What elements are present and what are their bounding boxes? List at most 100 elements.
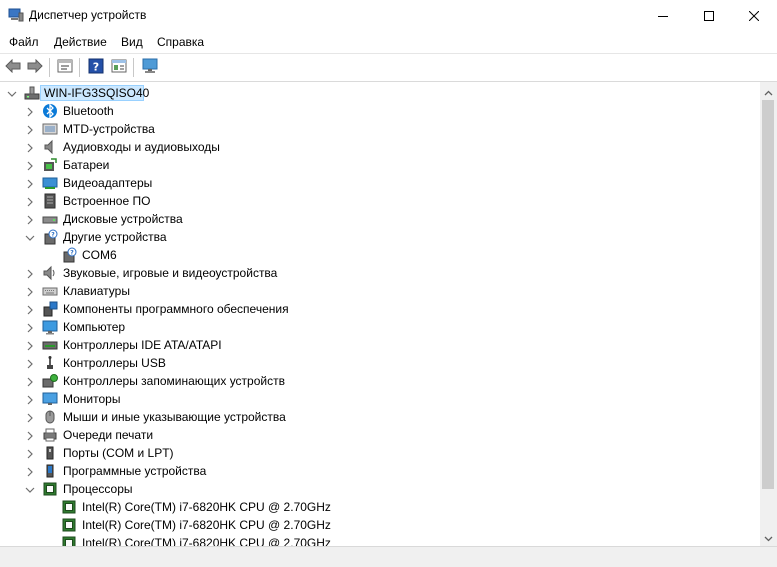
tree-category-label: Очереди печати bbox=[63, 428, 154, 442]
tree-category[interactable]: Дисковые устройства bbox=[0, 210, 760, 228]
minimize-button[interactable] bbox=[640, 0, 686, 31]
tree-category[interactable]: Компьютер bbox=[0, 318, 760, 336]
tree-category[interactable]: MTD-устройства bbox=[0, 120, 760, 138]
forward-button[interactable] bbox=[26, 58, 44, 76]
monitor-icon bbox=[42, 391, 58, 407]
chevron-right-icon[interactable] bbox=[25, 124, 35, 135]
chevron-down-icon[interactable] bbox=[7, 88, 17, 98]
tree-category-label: Компьютер bbox=[63, 320, 126, 334]
scrollbar-thumb[interactable] bbox=[762, 100, 774, 489]
unknown-device-icon: ? bbox=[42, 229, 58, 245]
tree-device-label: Intel(R) Core(TM) i7-6820HK CPU @ 2.70GH… bbox=[82, 500, 331, 514]
port-icon bbox=[42, 445, 58, 461]
chevron-right-icon[interactable] bbox=[25, 358, 35, 369]
toolbar: ? bbox=[0, 54, 777, 82]
back-arrow-icon bbox=[5, 58, 21, 76]
tree-category[interactable]: Очереди печати bbox=[0, 426, 760, 444]
scroll-up-icon[interactable] bbox=[764, 87, 773, 96]
chevron-right-icon[interactable] bbox=[25, 268, 35, 279]
tree-category-label: Контроллеры запоминающих устройств bbox=[63, 374, 285, 388]
monitor-icon bbox=[141, 58, 159, 77]
title-bar: Диспетчер устройств bbox=[0, 0, 777, 31]
speaker-icon bbox=[42, 139, 58, 155]
maximize-button[interactable] bbox=[686, 0, 732, 31]
chevron-right-icon[interactable] bbox=[25, 376, 35, 387]
tree-root[interactable]: WIN-IFG3SQISO40 bbox=[0, 84, 760, 102]
chevron-right-icon[interactable] bbox=[25, 178, 35, 189]
properties-button[interactable] bbox=[56, 58, 74, 76]
chevron-right-icon[interactable] bbox=[25, 448, 35, 459]
scroll-down-icon[interactable] bbox=[764, 532, 773, 542]
tree-category-label: Другие устройства bbox=[63, 230, 167, 244]
tree-category[interactable]: ? Другие устройства bbox=[0, 228, 760, 246]
scan-hardware-button[interactable] bbox=[141, 58, 159, 76]
chevron-right-icon[interactable] bbox=[25, 142, 35, 153]
tree-category[interactable]: Видеоадаптеры bbox=[0, 174, 760, 192]
help-button[interactable]: ? bbox=[87, 58, 105, 76]
tree-category-label: Контроллеры USB bbox=[63, 356, 166, 370]
device-manager-app-icon bbox=[8, 8, 24, 22]
view-button[interactable] bbox=[110, 58, 128, 76]
tree-category[interactable]: Процессоры bbox=[0, 480, 760, 498]
tree-device-item[interactable]: ? COM6 bbox=[0, 246, 760, 264]
tree-device-item[interactable]: Intel(R) Core(TM) i7-6820HK CPU @ 2.70GH… bbox=[0, 534, 760, 546]
tree-category-label: Мыши и иные указывающие устройства bbox=[63, 410, 286, 424]
chevron-down-icon[interactable] bbox=[25, 232, 35, 242]
menu-view[interactable]: Вид bbox=[121, 35, 143, 49]
disk-drive-icon bbox=[42, 211, 58, 227]
tree-category-label: Процессоры bbox=[63, 482, 133, 496]
chevron-right-icon[interactable] bbox=[25, 214, 35, 225]
chevron-right-icon[interactable] bbox=[25, 340, 35, 351]
menu-help[interactable]: Справка bbox=[157, 35, 204, 49]
tree-category[interactable]: Контроллеры USB bbox=[0, 354, 760, 372]
tree-device-label: Intel(R) Core(TM) i7-6820HK CPU @ 2.70GH… bbox=[82, 518, 331, 532]
chevron-right-icon[interactable] bbox=[25, 160, 35, 171]
tree-category[interactable]: Программные устройства bbox=[0, 462, 760, 480]
tree-category[interactable]: Контроллеры запоминающих устройств bbox=[0, 372, 760, 390]
back-button[interactable] bbox=[4, 58, 22, 76]
chevron-right-icon[interactable] bbox=[25, 106, 35, 117]
tree-category[interactable]: Мыши и иные указывающие устройства bbox=[0, 408, 760, 426]
chevron-right-icon[interactable] bbox=[25, 466, 35, 477]
menu-bar: Файл Действие Вид Справка bbox=[0, 31, 777, 54]
tree-category[interactable]: Звуковые, игровые и видеоустройства bbox=[0, 264, 760, 282]
tree-category[interactable]: Мониторы bbox=[0, 390, 760, 408]
chevron-right-icon[interactable] bbox=[25, 412, 35, 423]
forward-arrow-icon bbox=[27, 58, 43, 76]
tree-category[interactable]: Встроенное ПО bbox=[0, 192, 760, 210]
chevron-right-icon[interactable] bbox=[25, 322, 35, 333]
tree-category[interactable]: Компоненты программного обеспечения bbox=[0, 300, 760, 318]
menu-file[interactable]: Файл bbox=[9, 35, 39, 49]
tree-device-item[interactable]: Intel(R) Core(TM) i7-6820HK CPU @ 2.70GH… bbox=[0, 516, 760, 534]
tree-category[interactable]: Bluetooth bbox=[0, 102, 760, 120]
tree-category[interactable]: Клавиатуры bbox=[0, 282, 760, 300]
chevron-down-icon[interactable] bbox=[25, 484, 35, 494]
close-button[interactable] bbox=[731, 0, 777, 31]
chevron-right-icon[interactable] bbox=[25, 286, 35, 297]
svg-text:?: ? bbox=[51, 232, 55, 239]
firmware-icon bbox=[42, 193, 58, 209]
toolbar-separator bbox=[133, 58, 134, 77]
tree-category-label: Программные устройства bbox=[63, 464, 207, 478]
chevron-right-icon[interactable] bbox=[25, 196, 35, 207]
chevron-right-icon[interactable] bbox=[25, 394, 35, 405]
tree-device-item[interactable]: Intel(R) Core(TM) i7-6820HK CPU @ 2.70GH… bbox=[0, 498, 760, 516]
chevron-right-icon[interactable] bbox=[25, 304, 35, 315]
tree-category[interactable]: Порты (COM и LPT) bbox=[0, 444, 760, 462]
software-device-icon bbox=[42, 463, 58, 479]
chevron-right-icon[interactable] bbox=[25, 430, 35, 441]
printer-icon bbox=[42, 427, 58, 443]
vertical-scrollbar[interactable] bbox=[760, 82, 777, 546]
tree-category-label: Аудиовходы и аудиовыходы bbox=[63, 140, 220, 154]
tree-category[interactable]: Контроллеры IDE ATA/ATAPI bbox=[0, 336, 760, 354]
maximize-icon bbox=[704, 10, 714, 21]
tree-device-label: Intel(R) Core(TM) i7-6820HK CPU @ 2.70GH… bbox=[82, 536, 331, 546]
device-tree: WIN-IFG3SQISO40 Bluetooth MTD-устройства А… bbox=[0, 82, 760, 546]
tree-category[interactable]: Аудиовходы и аудиовыходы bbox=[0, 138, 760, 156]
tree-category-label: Звуковые, игровые и видеоустройства bbox=[63, 266, 278, 280]
tree-category-label: Контроллеры IDE ATA/ATAPI bbox=[63, 338, 222, 352]
sound-icon bbox=[42, 265, 58, 281]
tree-category-label: Bluetooth bbox=[63, 104, 114, 118]
tree-category[interactable]: Батареи bbox=[0, 156, 760, 174]
menu-action[interactable]: Действие bbox=[54, 35, 107, 49]
